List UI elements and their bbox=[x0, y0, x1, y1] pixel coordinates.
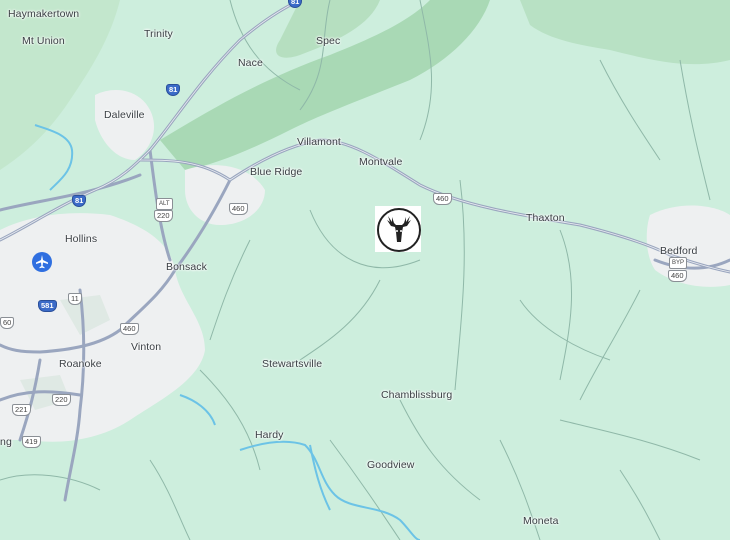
place-bonsack[interactable]: Bonsack bbox=[166, 261, 207, 273]
us-220-alt-shield: 220 bbox=[154, 210, 173, 222]
map-canvas bbox=[0, 0, 730, 540]
place-mt-union[interactable]: Mt Union bbox=[22, 35, 65, 47]
place-spec[interactable]: Spec bbox=[316, 35, 340, 47]
us-460-shield: 460 bbox=[120, 323, 139, 335]
place-thaxton[interactable]: Thaxton bbox=[526, 212, 565, 224]
place-daleville[interactable]: Daleville bbox=[104, 109, 145, 121]
us-460-shield: 460 bbox=[229, 203, 248, 215]
place-chamblissburg[interactable]: Chamblissburg bbox=[381, 389, 452, 401]
alt-route-label: ALT bbox=[156, 198, 173, 210]
us-419-shield: 419 bbox=[22, 436, 41, 448]
us-460-bypass-shield: 460 bbox=[668, 270, 687, 282]
place-edge-label: ng bbox=[0, 436, 12, 448]
forest-ne bbox=[520, 0, 730, 65]
us-221-shield: 221 bbox=[12, 404, 31, 416]
place-hardy[interactable]: Hardy bbox=[255, 429, 284, 441]
place-bedford[interactable]: Bedford bbox=[660, 245, 697, 257]
place-blue-ridge[interactable]: Blue Ridge bbox=[250, 166, 302, 178]
place-vinton[interactable]: Vinton bbox=[131, 341, 161, 353]
place-stewartsville[interactable]: Stewartsville bbox=[262, 358, 322, 370]
us-11-shield: 11 bbox=[68, 293, 82, 305]
daleville-urban-area bbox=[95, 90, 155, 160]
airplane-icon[interactable] bbox=[32, 252, 52, 272]
forest-nw bbox=[0, 0, 120, 170]
us-220-shield: 220 bbox=[52, 394, 71, 406]
place-montvale[interactable]: Montvale bbox=[359, 156, 402, 168]
place-haymakertown[interactable]: Haymakertown bbox=[8, 8, 79, 20]
place-trinity[interactable]: Trinity bbox=[144, 28, 173, 40]
us-460-shield: 60 bbox=[0, 317, 15, 329]
location-marker[interactable] bbox=[375, 206, 421, 252]
map-view[interactable]: Haymakertown Mt Union Trinity Spec Nace … bbox=[0, 0, 730, 540]
place-moneta[interactable]: Moneta bbox=[523, 515, 559, 527]
place-hollins[interactable]: Hollins bbox=[65, 233, 97, 245]
deer-head-icon bbox=[377, 208, 421, 252]
bypass-label: BYP bbox=[669, 257, 688, 269]
interstate-581-shield: 581 bbox=[38, 300, 57, 312]
place-villamont[interactable]: Villamont bbox=[297, 136, 341, 148]
us-460-shield: 460 bbox=[433, 193, 452, 205]
place-roanoke[interactable]: Roanoke bbox=[59, 358, 102, 370]
place-goodview[interactable]: Goodview bbox=[367, 459, 415, 471]
place-nace[interactable]: Nace bbox=[238, 57, 263, 69]
